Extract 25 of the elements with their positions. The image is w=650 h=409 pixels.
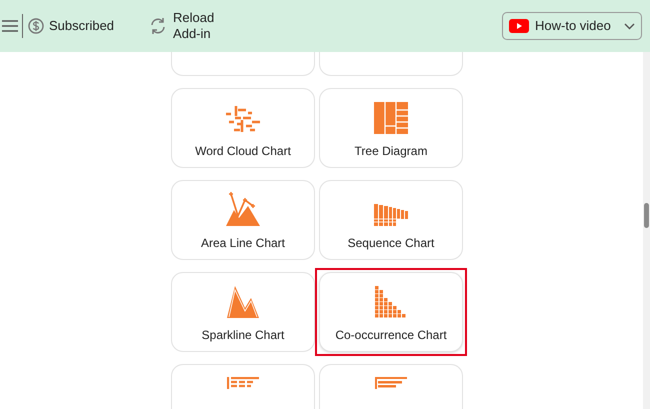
tree-diagram-icon	[374, 102, 408, 134]
chart-card[interactable]: Tree Diagram	[319, 88, 463, 168]
sparkline-icon	[227, 286, 259, 318]
chart-card[interactable]: Sequence Chart	[319, 180, 463, 260]
chart-card[interactable]	[171, 364, 315, 409]
reload-button[interactable]: Reload Add-in	[149, 10, 214, 42]
chart-card[interactable]: Sparkline Chart	[171, 272, 315, 352]
sequence-chart-icon	[374, 204, 408, 226]
chart-card[interactable]: Co-occurrence Chart	[319, 272, 463, 352]
chart-card[interactable]: Area Line Chart	[171, 180, 315, 260]
chart-card[interactable]: Word Cloud Chart	[171, 88, 315, 168]
area-line-icon	[226, 192, 260, 226]
chevron-down-icon	[624, 22, 635, 30]
menu-icon[interactable]	[2, 19, 18, 33]
refresh-icon	[149, 17, 168, 35]
dollar-icon	[28, 18, 44, 34]
chart-card[interactable]	[319, 364, 463, 409]
scrollbar-thumb[interactable]	[644, 203, 649, 228]
how-to-video-button[interactable]: How-to video	[502, 12, 642, 40]
co-occurrence-icon	[375, 286, 407, 318]
word-cloud-icon	[226, 106, 260, 134]
subscription-status: Subscribed	[49, 17, 114, 36]
bar-chart-icon	[375, 377, 407, 389]
video-play-icon	[509, 19, 529, 33]
list-chart-icon	[227, 377, 259, 389]
